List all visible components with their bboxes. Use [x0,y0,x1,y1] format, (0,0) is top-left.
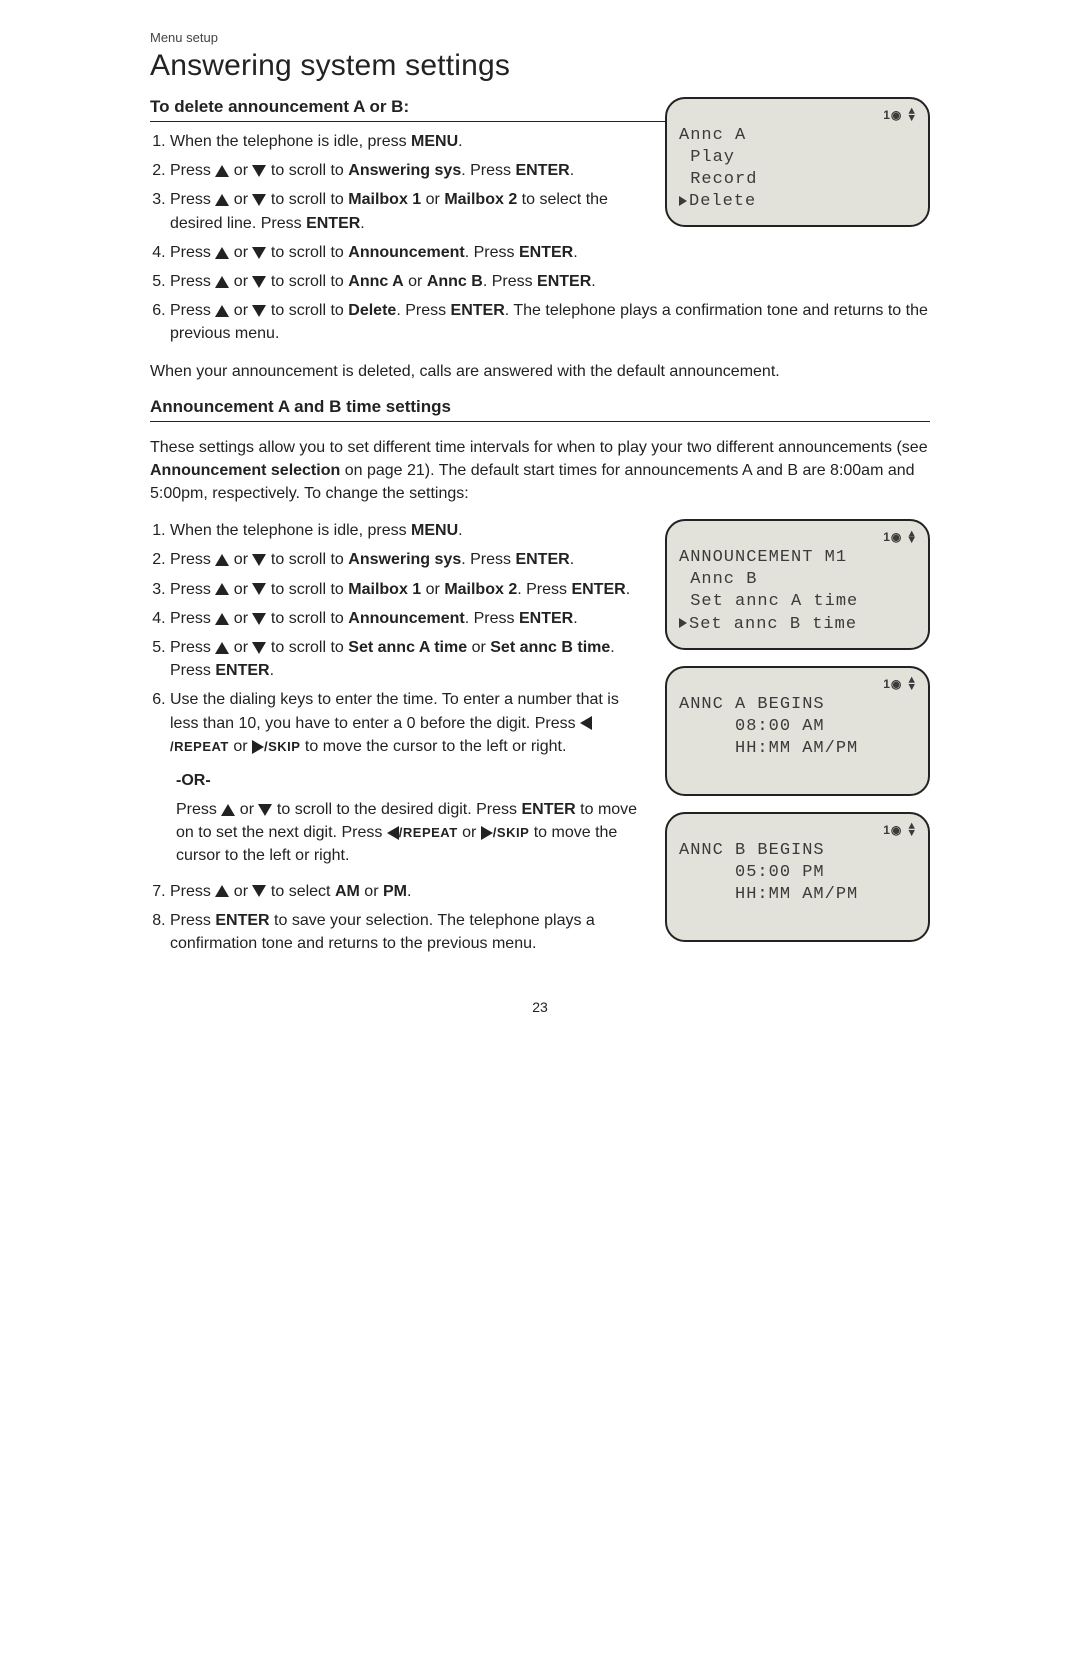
tape-icon: 1◉ [883,530,902,546]
left-arrow-icon [387,826,399,840]
lcd-line: Play [679,147,916,169]
lcd-screen-announcement-m1: 1◉ ▲▼ ANNOUNCEMENT M1 Annc B Set annc A … [665,519,930,649]
lcd-line: ANNC B BEGINS [679,840,916,862]
scroll-arrows-icon: ▲▼ [908,824,916,837]
tape-icon: 1◉ [883,677,902,693]
lcd-line: Annc A [679,125,916,147]
down-arrow-icon [252,583,266,595]
scroll-arrows-icon: ▲▼ [908,678,916,691]
lcd-line: Annc B [679,569,916,591]
up-arrow-icon [215,554,229,566]
lcd-line: HH:MM AM/PM [679,884,916,906]
lcd-screen-annc-b-begins: 1◉ ▲▼ ANNC B BEGINS 05:00 PM HH:MM AM/PM [665,812,930,942]
up-arrow-icon [215,194,229,206]
up-arrow-icon [215,642,229,654]
up-arrow-icon [215,613,229,625]
down-arrow-icon [252,305,266,317]
lcd-line-selected: Delete [679,191,916,213]
lcd-line: ANNC A BEGINS [679,694,916,716]
down-arrow-icon [252,613,266,625]
up-arrow-icon [221,804,235,816]
step: Press or to scroll to Annc A or Annc B. … [170,270,930,293]
down-arrow-icon [252,194,266,206]
selector-icon [679,618,687,628]
step: Press or to scroll to Delete. Press ENTE… [170,299,930,345]
up-arrow-icon [215,276,229,288]
lcd-line: ANNOUNCEMENT M1 [679,547,916,569]
heading-timeset: Announcement A and B time settings [150,397,930,422]
lcd-line: Record [679,169,916,191]
lcd-line: Set annc A time [679,591,916,613]
selector-icon [679,196,687,206]
down-arrow-icon [258,804,272,816]
down-arrow-icon [252,642,266,654]
down-arrow-icon [252,554,266,566]
left-arrow-icon [580,716,592,730]
lcd-line: 05:00 PM [679,862,916,884]
page-number: 23 [150,999,930,1015]
section-label: Menu setup [150,30,930,45]
up-arrow-icon [215,583,229,595]
down-arrow-icon [252,247,266,259]
right-arrow-icon [252,740,264,754]
paragraph: These settings allow you to set differen… [150,436,930,506]
lcd-screen-annc-a-begins: 1◉ ▲▼ ANNC A BEGINS 08:00 AM HH:MM AM/PM [665,666,930,796]
up-arrow-icon [215,305,229,317]
page-title: Answering system settings [150,49,930,83]
up-arrow-icon [215,247,229,259]
down-arrow-icon [252,885,266,897]
step: Press or to scroll to Announcement. Pres… [170,241,930,264]
content: 1◉ ▲▼ Annc A Play Record Delete To delet… [150,97,930,969]
lcd-line [679,760,916,782]
up-arrow-icon [215,165,229,177]
up-arrow-icon [215,885,229,897]
down-arrow-icon [252,165,266,177]
tape-icon: 1◉ [883,108,902,124]
page: Menu setup Answering system settings 1◉ … [90,0,990,1035]
lcd-screen-annc-a: 1◉ ▲▼ Annc A Play Record Delete [665,97,930,227]
lcd-line-selected: Set annc B time [679,614,916,636]
lcd-line: HH:MM AM/PM [679,738,916,760]
paragraph: When your announcement is deleted, calls… [150,360,930,383]
lcd-line: 08:00 AM [679,716,916,738]
down-arrow-icon [252,276,266,288]
right-arrow-icon [481,826,493,840]
lcd-line [679,906,916,928]
tape-icon: 1◉ [883,823,902,839]
scroll-arrows-icon: ▲▼ [908,532,916,545]
scroll-arrows-icon: ▲▼ [908,109,916,122]
